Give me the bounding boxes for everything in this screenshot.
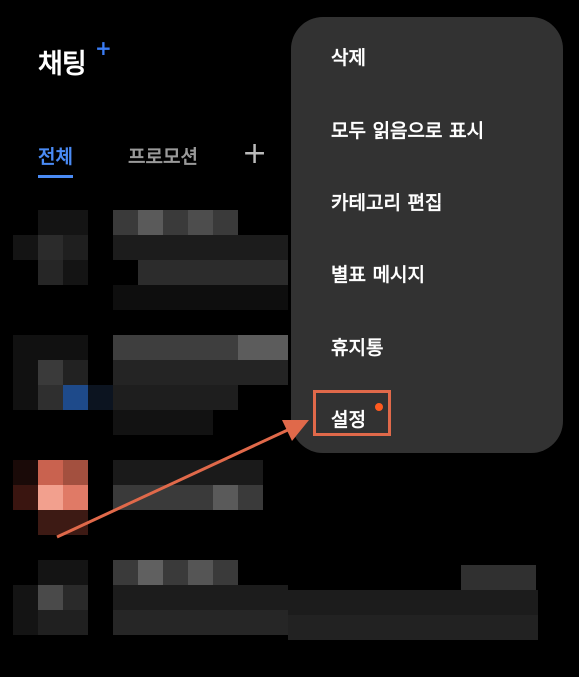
annotation-arrow-icon bbox=[56, 420, 309, 539]
